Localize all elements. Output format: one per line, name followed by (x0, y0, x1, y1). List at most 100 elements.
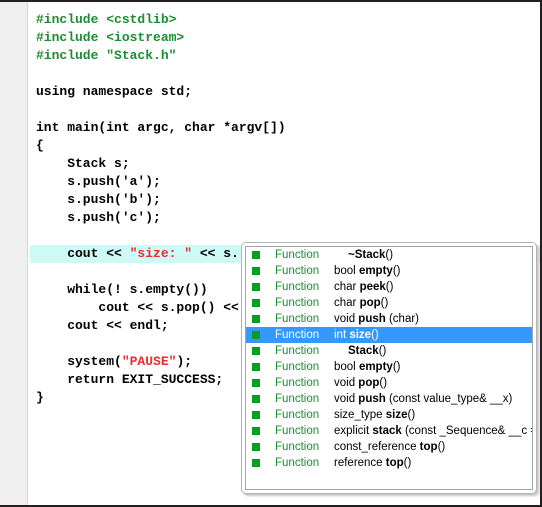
autocomplete-item-name: Stack (348, 345, 379, 357)
autocomplete-item-signature: size_type size() (334, 407, 532, 423)
autocomplete-item-kind: Function (275, 297, 320, 309)
autocomplete-item-signature: void push (const value_type& __x) (334, 391, 532, 407)
code-line[interactable]: s.push('c'); (30, 209, 540, 227)
autocomplete-item[interactable]: Function bool empty() (246, 263, 532, 279)
code-token-plain: int main(int argc, char *argv[]) (36, 120, 286, 135)
code-line[interactable]: s.push('b'); (30, 191, 540, 209)
autocomplete-item[interactable]: Function explicit stack (const _Sequence&… (246, 423, 532, 439)
green-square-function-icon (252, 315, 260, 323)
autocomplete-item-name: top (385, 457, 404, 469)
code-line[interactable]: #include <iostream> (30, 29, 540, 47)
code-token-plain: while(! s.empty()) (36, 282, 208, 297)
code-token-plain: cout << endl; (36, 318, 169, 333)
autocomplete-item-return-type: void (334, 313, 359, 325)
autocomplete-item-kind: Function (275, 393, 320, 405)
code-line[interactable]: using namespace std; (30, 83, 540, 101)
autocomplete-item-return-type: bool (334, 361, 359, 373)
autocomplete-item-params: (const _Sequence& __c = (401, 425, 532, 437)
autocomplete-item-signature: void push (char) (334, 311, 532, 327)
code-token-plain: s.push('b'); (36, 192, 161, 207)
green-square-function-icon (252, 331, 260, 339)
green-square-function-icon (252, 283, 260, 291)
autocomplete-item-name: pop (358, 377, 380, 389)
autocomplete-item[interactable]: Function Stack() (246, 343, 532, 359)
autocomplete-item-name: size (385, 409, 408, 421)
green-square-function-icon (252, 299, 260, 307)
code-token-string: "size: " (129, 246, 193, 261)
autocomplete-item-params: () (378, 345, 387, 357)
autocomplete-item-signature: bool empty() (334, 359, 532, 375)
autocomplete-item-name: push (358, 393, 386, 405)
autocomplete-item[interactable]: Function const_reference top() (246, 439, 532, 455)
autocomplete-item-kind: Function (275, 281, 320, 293)
code-line[interactable] (30, 65, 540, 83)
autocomplete-item-params: () (403, 457, 412, 469)
autocomplete-item[interactable]: Function bool empty() (246, 359, 532, 375)
code-token-string: "PAUSE" (121, 354, 177, 369)
autocomplete-item-signature: void pop() (334, 375, 532, 391)
green-square-function-icon (252, 267, 260, 275)
autocomplete-item-params: () (385, 249, 394, 261)
green-square-function-icon (252, 411, 260, 419)
autocomplete-item-name: peek (359, 281, 386, 293)
autocomplete-item[interactable]: Function size_type size() (246, 407, 532, 423)
autocomplete-item-name: pop (359, 297, 381, 309)
autocomplete-item[interactable]: Function reference top() (246, 455, 532, 471)
autocomplete-item-kind: Function (275, 265, 320, 277)
code-token-plain: s.push('c'); (36, 210, 161, 225)
autocomplete-item-kind: Function (275, 249, 320, 261)
code-editor-screenshot: #include <cstdlib> #include <iostream> #in… (0, 0, 542, 507)
autocomplete-item-name: empty (358, 265, 393, 277)
autocomplete-item-name: size (349, 329, 372, 341)
autocomplete-item-return-type: char (334, 281, 360, 293)
autocomplete-item-params: () (371, 329, 379, 341)
autocomplete-item-kind: Function (275, 409, 320, 421)
autocomplete-item-return-type: size_type (334, 409, 386, 421)
autocomplete-item[interactable]: Function char peek() (246, 279, 532, 295)
autocomplete-item-params: () (379, 377, 388, 389)
autocomplete-item-return-type: const_reference (334, 441, 420, 453)
code-token-plain: s.push('a'); (36, 174, 161, 189)
autocomplete-item[interactable]: Function ~Stack() (246, 247, 532, 263)
autocomplete-item-params: () (437, 441, 446, 453)
autocomplete-item-return-type: reference (334, 457, 386, 469)
autocomplete-item[interactable]: Function char pop() (246, 295, 532, 311)
autocomplete-item-kind: Function (275, 425, 320, 437)
code-line[interactable]: #include <cstdlib> (30, 11, 540, 29)
code-token-plain: ); (176, 354, 193, 369)
autocomplete-item-return-type: char (334, 297, 360, 309)
autocomplete-item-kind: Function (275, 441, 320, 453)
autocomplete-item[interactable]: Function int size() (246, 327, 532, 343)
autocomplete-item-name: empty (358, 361, 393, 373)
green-square-function-icon (252, 347, 260, 355)
code-token-plain: return EXIT_SUCCESS; (36, 372, 224, 387)
autocomplete-item-signature: bool empty() (334, 263, 532, 279)
autocomplete-item-return-type: int (334, 329, 350, 341)
autocomplete-list[interactable]: Function ~Stack() Function bool empty() Func… (245, 246, 533, 490)
autocomplete-item[interactable]: Function void push (const value_type& __x… (246, 391, 532, 407)
autocomplete-item-kind: Function (275, 329, 320, 341)
code-line[interactable]: #include "Stack.h" (30, 47, 540, 65)
autocomplete-item-return-type: explicit (334, 425, 373, 437)
code-token-plain: system( (36, 354, 122, 369)
autocomplete-item-name: push (358, 313, 386, 325)
code-line[interactable] (30, 101, 540, 119)
code-token-preprocessor: #include <cstdlib> (36, 12, 177, 27)
code-token-plain: } (36, 390, 44, 405)
code-line[interactable]: Stack s; (30, 155, 540, 173)
code-line[interactable]: s.push('a'); (30, 173, 540, 191)
autocomplete-item[interactable]: Function void pop() (246, 375, 532, 391)
autocomplete-item-params: () (392, 361, 401, 373)
green-square-function-icon (252, 363, 260, 371)
autocomplete-item-signature: reference top() (334, 455, 532, 471)
autocomplete-item-signature: int size() (334, 327, 532, 343)
code-token-plain: using namespace std; (36, 84, 193, 99)
autocomplete-item-return-type: void (334, 393, 359, 405)
autocomplete-item-return-type: bool (334, 265, 359, 277)
autocomplete-popup[interactable]: Function ~Stack() Function bool empty() Func… (241, 242, 537, 494)
code-line[interactable]: int main(int argc, char *argv[]) (30, 119, 540, 137)
autocomplete-item-kind: Function (275, 361, 320, 373)
code-line[interactable]: { (30, 137, 540, 155)
autocomplete-item[interactable]: Function void push (char) (246, 311, 532, 327)
code-token-plain: cout << s.pop() << (36, 300, 239, 315)
